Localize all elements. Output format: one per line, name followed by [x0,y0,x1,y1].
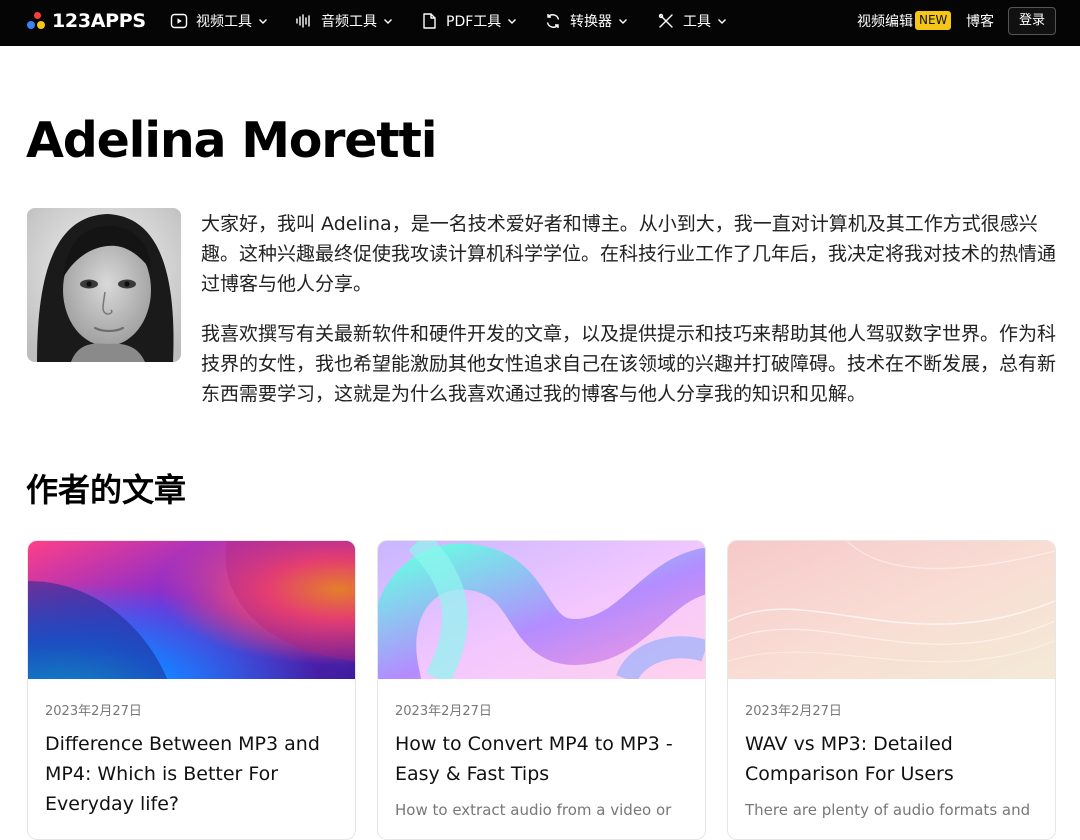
article-title[interactable]: How to Convert MP4 to MP3 - Easy & Fast … [395,729,691,789]
waveform-icon [295,12,313,30]
article-card[interactable]: 2023年2月27日 WAV vs MP3: Detailed Comparis… [727,540,1056,840]
article-excerpt: How to extract audio from a video or [395,801,672,819]
logo-text: 123APPS [52,10,146,32]
logo[interactable]: 123APPS [26,9,146,33]
nav-pdf-tools[interactable]: PDF工具 [420,10,517,32]
author-name: Adelina Moretti [26,112,437,169]
article-title[interactable]: WAV vs MP3: Detailed Comparison For User… [745,729,1041,789]
author-avatar [27,208,181,362]
article-card[interactable]: 2023年2月27日 How to Convert MP4 to MP3 - E… [377,540,706,840]
new-badge: NEW [915,11,952,30]
chevron-down-icon [259,19,267,24]
convert-icon [544,12,562,30]
nav-audio-tools-label: 音频工具 [321,14,377,30]
tools-icon [657,12,675,30]
login-button[interactable]: 登录 [1008,7,1056,35]
nav-tools[interactable]: 工具 [657,10,727,32]
chevron-down-icon [718,19,726,24]
nav-converters[interactable]: 转换器 [544,10,628,32]
author-bio-paragraph: 我喜欢撰写有关最新软件和硬件开发的文章，以及提供提示和技巧来帮助其他人驾驭数字世… [201,323,1057,405]
article-date: 2023年2月27日 [45,704,142,719]
blog-link[interactable]: 博客 [966,11,994,31]
article-date: 2023年2月27日 [395,704,492,719]
document-icon [420,12,438,30]
video-editor-link[interactable]: 视频编辑 [857,11,913,31]
play-icon [170,12,188,30]
article-card[interactable]: 2023年2月27日 Difference Between MP3 and MP… [27,540,356,840]
author-bio: 大家好，我叫 Adelina，是一名技术爱好者和博主。从小到大，我一直对计算机及… [201,209,1056,429]
articles-section-title: 作者的文章 [26,471,187,509]
article-title[interactable]: Difference Between MP3 and MP4: Which is… [45,729,341,819]
article-date: 2023年2月27日 [745,704,842,719]
nav-pdf-tools-label: PDF工具 [446,14,502,30]
top-navigation-bar: 123APPS 视频工具 音频工具 PDF工具 转换器 工具 视频编辑 NEW … [0,0,1080,46]
article-thumbnail [378,541,705,679]
article-thumbnail [728,541,1055,679]
nav-audio-tools[interactable]: 音频工具 [295,10,393,32]
article-thumbnail [28,541,355,679]
chevron-down-icon [619,19,627,24]
chevron-down-icon [508,19,517,24]
article-excerpt: There are plenty of audio formats and [745,801,1031,819]
author-bio-paragraph: 大家好，我叫 Adelina，是一名技术爱好者和博主。从小到大，我一直对计算机及… [201,213,1057,295]
logo-mark-icon [26,11,46,31]
nav-video-tools-label: 视频工具 [196,14,252,30]
chevron-down-icon [384,19,392,24]
nav-converters-label: 转换器 [570,14,612,30]
nav-tools-label: 工具 [683,14,711,30]
nav-video-tools[interactable]: 视频工具 [170,10,268,32]
